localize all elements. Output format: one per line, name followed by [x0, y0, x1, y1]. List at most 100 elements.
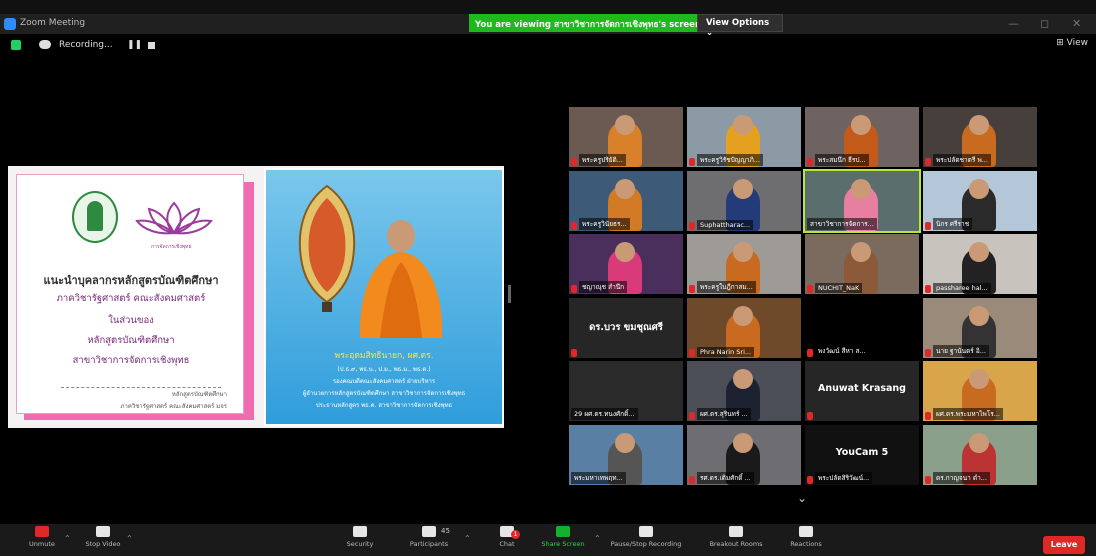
stop-video-button[interactable]: Stop Video [78, 526, 128, 548]
participant-head [733, 178, 753, 199]
participant-name: พระครูวินัยธร... [579, 217, 630, 230]
slide-divider [61, 387, 221, 388]
participant-name: นาย ฐานันดร์ อิ... [933, 344, 989, 357]
participant-tile[interactable]: ผศ.ดร.สุรินทร์ ... [687, 361, 801, 421]
participant-tile[interactable]: พระครูวิรัชปัญญาภิ... [687, 107, 801, 167]
participant-tile[interactable]: พระมหาเทพฤท... [569, 424, 683, 485]
unmute-label: Unmute [29, 540, 55, 548]
monk-role-1: รองคณบดีคณะสังคมศาสตร์ ฝ่ายบริหาร [332, 378, 436, 385]
monk-role-2: ผู้อำนวยการหลักสูตรบัณฑิตศึกษา สาขาวิชาก… [302, 390, 466, 397]
participant-name: Suphattharac... [697, 219, 754, 230]
participant-tile[interactable]: พงวัฒน์ สีหา ส... [805, 297, 919, 358]
recording-button-label: Pause/Stop Recording [610, 540, 682, 548]
security-button[interactable]: Security [340, 526, 380, 548]
participant-display-name: YouCam 5 [835, 446, 889, 458]
muted-mic-icon [925, 285, 931, 293]
breakout-rooms-button[interactable]: Breakout Rooms [704, 526, 768, 548]
stop-recording-icon[interactable] [148, 42, 155, 49]
participant-head [969, 305, 989, 326]
shield-icon[interactable] [11, 40, 21, 50]
participant-name: พระปลัดชาตรี พ... [933, 154, 991, 166]
participant-tile[interactable]: Phra Narin Sri... [687, 297, 801, 358]
participant-tile[interactable]: ผศ.ดร.พระมหาไพโร... [923, 361, 1037, 421]
lotus-caption: การจัดการเชิงพุทธ [151, 244, 192, 250]
muted-mic-icon [925, 475, 931, 484]
slide-heading: แนะนำบุคลากรหลักสูตรบัณฑิตศึกษา [43, 274, 219, 287]
participant-tile[interactable]: พระครูวินัยธร... [569, 170, 683, 231]
participant-tile[interactable]: พระครูปริยัติ... [569, 107, 683, 167]
participant-tile[interactable]: 29 ผศ.ดร.ทนงศักดิ์... [569, 361, 683, 421]
participant-tile[interactable]: Anuwat Krasang [805, 361, 919, 421]
participant-tile[interactable]: ดร.กาญจนา ดำ... [923, 424, 1037, 485]
muted-mic-icon [571, 221, 577, 230]
muted-mic-icon [689, 348, 695, 357]
view-button[interactable]: ⊞ View [1056, 38, 1088, 48]
minimize-icon[interactable]: — [1008, 17, 1019, 30]
maximize-icon[interactable]: ◻ [1040, 17, 1049, 30]
split-drag-handle[interactable] [508, 285, 511, 303]
caret-up-icon[interactable]: ⌃ [464, 534, 471, 543]
recording-indicator: Recording... ❚❚ [5, 36, 165, 54]
participant-name: 29 ผศ.ดร.ทนงศักดิ์... [571, 408, 638, 420]
muted-mic-icon [571, 348, 577, 357]
security-label: Security [346, 540, 374, 548]
caret-up-icon[interactable]: ⌃ [64, 534, 71, 543]
participant-tile[interactable]: ดร.บวร ขมชุณศรี [569, 297, 683, 358]
reactions-label: Reactions [790, 540, 822, 548]
window-title: Zoom Meeting [20, 18, 86, 28]
muted-mic-icon [689, 475, 695, 484]
monk-photo [359, 220, 443, 338]
share-screen-button[interactable]: Share Screen [540, 526, 586, 548]
caret-up-icon[interactable]: ⌃ [126, 534, 133, 543]
chat-label: Chat [499, 540, 515, 548]
participant-name: พระสมนึก ธีรป... [815, 154, 869, 166]
caret-up-icon[interactable]: ⌃ [594, 534, 601, 543]
muted-mic-icon [925, 158, 931, 166]
participant-tile[interactable]: สาขาวิชาการจัดการ... [803, 168, 921, 233]
os-taskbar [0, 0, 1096, 14]
close-icon[interactable]: ✕ [1072, 17, 1081, 30]
participant-tile[interactable]: NUCHIT_NaK [805, 234, 919, 294]
participant-name: ผศ.ดร.พระมหาไพโร... [933, 408, 1004, 420]
stop-video-label: Stop Video [85, 540, 121, 548]
muted-mic-icon [689, 285, 695, 293]
monk-profile-slide: พระอุดมสิทธินายก, ผศ.ดร. (ป.ธ.๙, พธ.บ., … [264, 168, 504, 426]
participant-tile[interactable]: YouCam 5 พระปลัดสิริวัฒน์... [805, 424, 919, 485]
participant-tile[interactable]: passharee hal... [923, 234, 1037, 294]
participant-display-name: ดร.บวร ขมชุณศรี [589, 321, 663, 333]
participant-name: ชญาณุช สำนึก [579, 281, 628, 293]
pause-recording-icon[interactable]: ❚❚ [127, 40, 142, 50]
participant-name: สาขาวิชาการจัดการ... [807, 217, 877, 230]
slide-line: หลักสูตรบัณฑิตศึกษา [87, 335, 175, 346]
pause-stop-recording-button[interactable]: Pause/Stop Recording [608, 526, 684, 548]
monk-role-3: ประธานหลักสูตร พธ.ด. สาขาวิชาการจัดการเช… [315, 402, 453, 409]
participant-name: passharee hal... [933, 283, 991, 293]
lotus-logo-icon [135, 201, 213, 235]
participant-tile[interactable]: พระสมนึก ธีรป... [805, 107, 919, 167]
muted-mic-icon [689, 412, 695, 420]
view-options-button[interactable]: View Options ⌄ [697, 14, 783, 38]
slide-panel: การจัดการเชิงพุทธ แนะนำบุคลากรหลักสูตรบั… [16, 174, 244, 414]
participant-name: NUCHIT_NaK [815, 283, 863, 293]
zoom-window: Zoom Meeting — ◻ ✕ You are viewing สาขาว… [0, 0, 1096, 556]
participant-head [615, 432, 635, 453]
chevron-down-icon[interactable]: ⌄ [797, 491, 807, 505]
participant-head [615, 178, 635, 199]
reactions-button[interactable]: Reactions [784, 526, 828, 548]
monk-degrees: (ป.ธ.๙, พธ.บ., ป.ม., พธ.ม., พธ.ด.) [337, 366, 431, 373]
participant-tile[interactable]: นาย ฐานันดร์ อิ... [923, 297, 1037, 358]
microphone-muted-icon [35, 526, 49, 537]
participant-head [615, 242, 635, 262]
participant-tile[interactable]: ชญาณุช สำนึก [569, 234, 683, 294]
participant-tile[interactable]: นิกร ศรีราช [923, 170, 1037, 231]
leave-button[interactable]: Leave [1043, 536, 1085, 554]
participant-name: พระครูวิรัชปัญญาภิ... [697, 154, 763, 166]
participant-tile[interactable]: พระปลัดชาตรี พ... [923, 107, 1037, 167]
unmute-button[interactable]: Unmute [24, 526, 60, 548]
participant-head [969, 432, 989, 453]
participant-tile[interactable]: รศ.ดร.เติมศักดิ์ ... [687, 424, 801, 485]
participant-tile[interactable]: พระครูใบฎีกาสม... [687, 234, 801, 294]
participant-head [969, 242, 989, 262]
participant-tile[interactable]: Suphattharac... [687, 170, 801, 231]
muted-mic-icon [925, 221, 931, 230]
